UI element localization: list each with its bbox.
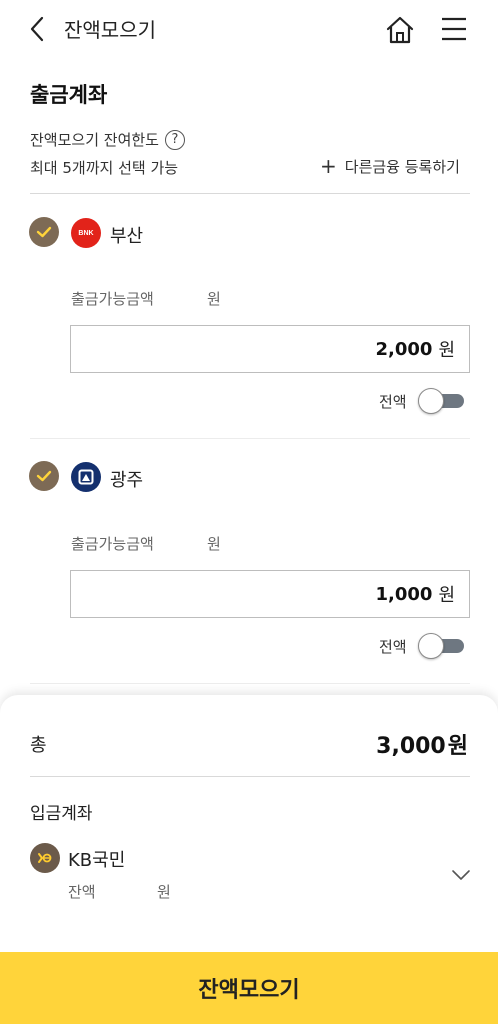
full-amount-toggle-busan[interactable] bbox=[418, 388, 466, 414]
total-unit: 원 bbox=[447, 734, 468, 759]
limit-row: 잔액모으기 잔여한도 ? bbox=[30, 129, 185, 150]
collect-balance-button[interactable]: 잔액모으기 bbox=[0, 952, 498, 1024]
available-amount-label: 출금가능금액 bbox=[71, 535, 154, 553]
deposit-bank-name: KB국민 bbox=[68, 850, 126, 871]
amount-value: 2,000 bbox=[375, 338, 433, 360]
divider bbox=[30, 438, 470, 439]
divider bbox=[30, 193, 470, 194]
kb-logo-icon bbox=[30, 843, 60, 873]
max-note: 최대 5개까지 선택 가능 bbox=[30, 159, 179, 177]
total-label: 총 bbox=[30, 735, 47, 756]
amount-input-gwangju[interactable]: 1,000 원 bbox=[70, 570, 470, 618]
page-title: 잔액모으기 bbox=[64, 18, 156, 42]
account-checkbox-busan[interactable] bbox=[29, 217, 59, 247]
bank-name-busan: 부산 bbox=[110, 226, 144, 247]
plus-icon: + bbox=[320, 153, 337, 178]
total-amount: 3,000 원 bbox=[376, 728, 468, 760]
bank-name-gwangju: 광주 bbox=[110, 470, 144, 491]
deposit-balance-unit: 원 bbox=[157, 883, 171, 901]
deposit-section-title: 입금계좌 bbox=[30, 804, 93, 824]
account-checkbox-gwangju[interactable] bbox=[29, 461, 59, 491]
withdraw-section-title: 출금계좌 bbox=[30, 83, 108, 107]
chevron-left-icon[interactable] bbox=[26, 14, 50, 44]
chevron-down-icon[interactable] bbox=[450, 867, 472, 881]
total-value: 3,000 bbox=[376, 734, 446, 759]
full-amount-toggle-gwangju[interactable] bbox=[418, 633, 466, 659]
deposit-balance-label: 잔액 bbox=[68, 883, 96, 901]
available-amount-unit: 원 bbox=[207, 535, 221, 553]
available-amount-label: 출금가능금액 bbox=[71, 290, 154, 308]
amount-value: 1,000 bbox=[375, 583, 433, 605]
available-amount-unit: 원 bbox=[207, 290, 221, 308]
app-header: 잔액모으기 bbox=[0, 0, 498, 60]
home-icon[interactable] bbox=[384, 14, 416, 46]
menu-icon[interactable] bbox=[440, 16, 468, 42]
help-icon[interactable]: ? bbox=[164, 129, 185, 150]
gwangju-bank-logo-icon bbox=[71, 462, 101, 492]
bnk-logo-icon: BNK bbox=[71, 218, 101, 248]
limit-label: 잔액모으기 잔여한도 bbox=[30, 131, 159, 149]
full-amount-label: 전액 bbox=[379, 638, 407, 656]
full-amount-label: 전액 bbox=[379, 393, 407, 411]
amount-unit: 원 bbox=[438, 585, 455, 606]
bnk-logo-text: BNK bbox=[78, 229, 94, 237]
divider bbox=[30, 776, 470, 777]
amount-input-busan[interactable]: 2,000 원 bbox=[70, 325, 470, 373]
toggle-knob bbox=[418, 388, 444, 414]
register-other-bank-button[interactable]: + 다른금융 등록하기 bbox=[320, 156, 460, 177]
register-label: 다른금융 등록하기 bbox=[344, 158, 460, 176]
toggle-knob bbox=[418, 633, 444, 659]
amount-unit: 원 bbox=[438, 340, 455, 361]
divider bbox=[30, 683, 470, 684]
